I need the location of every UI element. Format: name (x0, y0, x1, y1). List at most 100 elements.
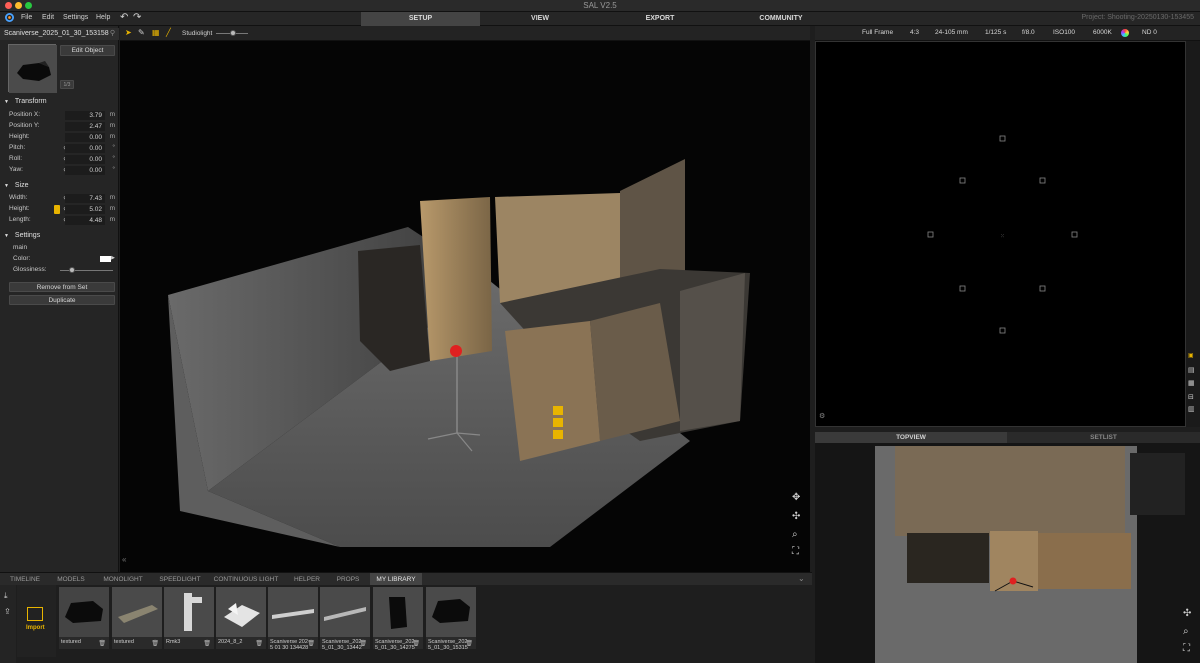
share-icon[interactable]: ⇪ (4, 607, 11, 617)
item-thumbnail (268, 587, 318, 637)
3d-viewport[interactable]: ✥ ✣ ⌕ ⛶ « (120, 41, 810, 572)
histogram-icon[interactable]: ▤ (1188, 366, 1195, 376)
properties-panel: Scaniverse_2025_01_30_153158 ⚲ Edit Obje… (0, 26, 119, 572)
zoom-icon[interactable]: ⌕ (1183, 627, 1189, 637)
trash-icon[interactable]: 🗑 (359, 640, 367, 647)
transform-section-title[interactable]: ▼ Transform (4, 98, 47, 105)
studiolight-slider-handle[interactable] (230, 30, 236, 36)
download-icon[interactable]: ⤓ (4, 591, 8, 601)
item-thumbnail (216, 587, 266, 637)
library-item[interactable]: textured 🗑 (112, 587, 162, 649)
lens-select[interactable]: 24-105 mm (935, 29, 968, 36)
color-wheel-icon[interactable] (1121, 29, 1129, 37)
glossiness-slider-track[interactable] (60, 270, 113, 271)
undo-icon[interactable]: ↶ (120, 12, 128, 23)
trash-icon[interactable]: 🗑 (465, 640, 473, 647)
object-thumbnail (8, 44, 57, 93)
nd-select[interactable]: ND 0 (1142, 29, 1157, 36)
size-height-field[interactable]: 5.02 (65, 205, 105, 214)
menu-help[interactable]: Help (96, 14, 110, 21)
tab-community[interactable]: COMMUNITY (720, 12, 842, 26)
roll-field[interactable]: 0.00 (65, 155, 105, 164)
level-icon[interactable]: ⊟ (1188, 393, 1194, 403)
trash-icon[interactable]: 🗑 (307, 640, 315, 647)
fit-view-icon[interactable]: ⛶ (792, 547, 799, 557)
duplicate-button[interactable]: Duplicate (9, 295, 115, 305)
trash-icon[interactable]: 🗑 (203, 640, 211, 647)
aspect-select[interactable]: 4:3 (910, 29, 919, 36)
grid-icon[interactable]: ▦ (152, 28, 160, 38)
glossiness-row: Glossiness: (13, 266, 115, 275)
app-logo-icon[interactable] (5, 13, 14, 24)
length-field[interactable]: 4.48 (65, 216, 105, 225)
tab-topview[interactable]: TOPVIEW (815, 432, 1007, 443)
aperture-select[interactable]: f/8.0 (1022, 29, 1035, 36)
width-field[interactable]: 7.43 (65, 194, 105, 203)
zoom-icon[interactable]: ⌕ (792, 530, 798, 540)
position-y-row: Position Y: 2.47 m (9, 122, 115, 131)
trash-icon[interactable]: 🗑 (412, 640, 420, 647)
measure-line-icon[interactable]: ╱ (166, 28, 171, 38)
camera-settings-icon[interactable]: ⚙ (819, 412, 825, 422)
title-bar: SAL V2.5 (0, 0, 1200, 12)
brush-icon[interactable]: ✎ (138, 28, 145, 38)
color-swatch[interactable] (100, 256, 111, 262)
trash-icon[interactable]: 🗑 (98, 640, 106, 647)
import-label: Import (26, 625, 45, 631)
position-y-field[interactable]: 2.47 (65, 122, 105, 131)
library-item[interactable]: textured 🗑 (59, 587, 109, 649)
lock-proportions-icon[interactable] (54, 205, 60, 214)
pitch-field[interactable]: 0.00 (65, 144, 105, 153)
trash-icon[interactable]: 🗑 (151, 640, 159, 647)
redo-icon[interactable]: ↷ (133, 12, 141, 23)
edit-object-button[interactable]: Edit Object (60, 45, 115, 56)
remove-from-set-button[interactable]: Remove from Set (9, 282, 115, 292)
item-thumbnail (59, 587, 109, 637)
iso-select[interactable]: ISO100 (1053, 29, 1075, 36)
pan-icon[interactable]: ✣ (792, 512, 800, 522)
yaw-field[interactable]: 0.00 (65, 166, 105, 175)
camera-viewfinder[interactable]: ⁙ ⚙ (815, 41, 1186, 427)
fit-view-icon[interactable]: ⛶ (1183, 644, 1190, 654)
pan-icon[interactable]: ✣ (1183, 609, 1191, 619)
white-balance-select[interactable]: 6000K (1093, 29, 1112, 36)
settings-section-title[interactable]: ▼ Settings (4, 232, 40, 239)
pitch-row: Pitch: ↺ 0.00 ° (9, 144, 115, 153)
orbit-icon[interactable]: ✥ (792, 493, 800, 503)
trash-icon[interactable]: 🗑 (255, 640, 263, 647)
pin-icon[interactable]: ⚲ (110, 28, 115, 40)
menu-file[interactable]: File (21, 14, 32, 21)
shutter-select[interactable]: 1/125 s (985, 29, 1006, 36)
exposure-icon[interactable]: ▣ (1188, 351, 1194, 361)
asset-tabs: TIMELINE MODELS MONOLIGHT SPEEDLIGHT CON… (0, 572, 812, 586)
tab-view[interactable]: VIEW (480, 12, 600, 26)
studiolight-label: Studiolight (182, 30, 213, 37)
tab-setlist[interactable]: SETLIST (1007, 432, 1200, 443)
tab-export[interactable]: EXPORT (600, 12, 720, 26)
position-x-field[interactable]: 3.79 (65, 111, 105, 120)
page-badge[interactable]: 1/3 (60, 80, 74, 89)
import-button[interactable]: Import (17, 585, 56, 657)
viewport-toolbar: ➤ ✎ ▦ ╱ Studiolight (120, 26, 810, 41)
tab-setup[interactable]: SETUP (361, 12, 480, 26)
topview-map[interactable]: ✣ ⌕ ⛶ (815, 443, 1200, 663)
library-item[interactable]: 2024_8_2 🗑 (216, 587, 266, 649)
select-arrow-icon[interactable]: ➤ (125, 28, 132, 38)
library-item[interactable]: Scaniverse_2025_01_30_142757 🗑 (373, 587, 423, 651)
library-item[interactable]: Rmk3 🗑 (164, 587, 214, 649)
menu-settings[interactable]: Settings (63, 14, 88, 21)
collapse-bottom-icon[interactable]: ⌄ (798, 574, 805, 584)
size-section-title[interactable]: ▼ Size (4, 182, 29, 189)
library-item[interactable]: Scaniverse_2025_01_30_134428 🗑 (320, 587, 370, 651)
glossiness-slider-handle[interactable] (69, 267, 75, 273)
format-select[interactable]: Full Frame (862, 29, 893, 36)
color-dropdown-icon[interactable]: ▶ (111, 255, 115, 261)
library-item[interactable]: Scaniverse_2025_01_30_153158 🗑 (426, 587, 476, 651)
height-field[interactable]: 0.00 (65, 133, 105, 142)
overlay-icon[interactable]: ▥ (1188, 405, 1195, 415)
chevron-down-icon: ▼ (4, 99, 9, 105)
layout-icon[interactable]: ▦ (1188, 379, 1195, 389)
collapse-panel-icon[interactable]: « (122, 555, 126, 565)
menu-edit[interactable]: Edit (42, 14, 54, 21)
library-item[interactable]: Scaniverse 2025 01 30 134428 🗑 (268, 587, 318, 651)
